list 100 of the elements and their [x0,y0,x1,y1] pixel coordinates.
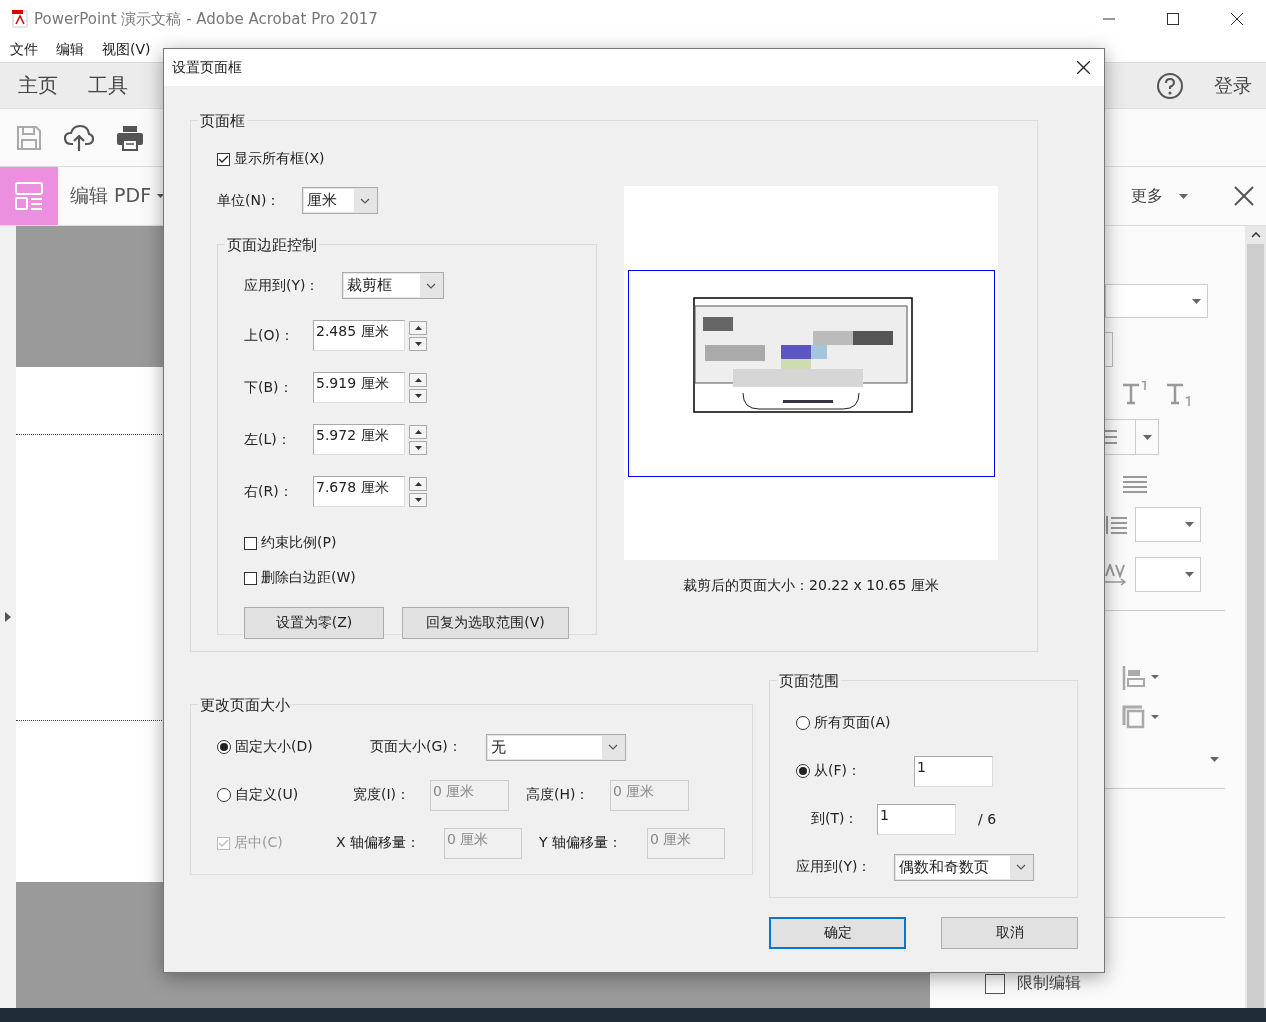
text-field: 0 厘米 [610,779,689,811]
text-field[interactable]: 7.678 厘米 [313,476,405,507]
text-field[interactable]: 5.972 厘米 [313,424,405,455]
close-icon [1234,186,1254,206]
dropdown[interactable]: 裁剪框 [342,272,444,299]
page-total: / 6 [978,811,997,827]
spin-down-button[interactable] [409,440,427,455]
close-icon [1231,13,1243,25]
caret-icon [360,197,370,204]
pdf-file-icon [12,10,28,28]
printer-icon[interactable] [116,124,144,151]
group-title: 页面框 [198,111,247,131]
field-label: 单位(N)： [217,191,282,210]
caret-icon [1185,522,1194,527]
button[interactable]: 回复为选取范围(V) [402,607,569,639]
button[interactable]: 确定 [769,917,906,949]
more-button[interactable]: 更多 [1131,185,1188,207]
radio-label: 从(F)： [814,762,861,780]
caret-icon [1192,298,1201,304]
expand-arrow-icon[interactable] [5,612,11,622]
group-title: 页面范围 [777,671,841,691]
subscript-icon[interactable] [1166,381,1192,407]
checkbox[interactable] [244,536,257,550]
login-link[interactable]: 登录 [1214,72,1252,99]
caret-icon[interactable] [1210,757,1219,762]
menu-item[interactable]: 视图(V) [102,41,151,59]
checkbox[interactable] [244,571,257,585]
dialog-title: 设置页面框 [172,58,243,77]
text-field[interactable]: 5.919 厘米 [313,372,405,403]
checkbox[interactable] [985,973,1005,994]
help-icon[interactable] [1156,71,1184,100]
scrollbar-thumb[interactable] [1247,244,1264,1008]
spin-down-button[interactable] [409,388,427,403]
text-field[interactable]: 1 [914,755,993,787]
close-button[interactable] [1077,61,1090,74]
up-triangle-icon [414,325,422,330]
dropdown[interactable]: 偶数和奇数页 [894,853,1034,881]
tool-title: 编辑 PDF [70,183,152,208]
down-triangle-icon [414,445,422,450]
field-label: 应用到(Y)： [796,858,873,876]
text-field: 0 厘米 [647,827,725,859]
field-label: 页面大小(G)： [370,738,463,756]
up-triangle-icon [414,481,422,486]
justify-icon[interactable] [1123,475,1147,493]
nav-tab[interactable]: 主页 [18,72,58,99]
menu-item[interactable]: 编辑 [56,41,84,59]
spin-up-button[interactable] [409,320,427,335]
radio-label: 自定义(U) [235,786,299,804]
window-title: PowerPoint 演示文稿 - Adobe Acrobat Pro 2017 [34,9,379,29]
caret-icon [1016,864,1026,870]
caret-icon [1142,434,1152,440]
dropdown[interactable]: 无 [486,733,626,761]
superscript-icon[interactable] [1122,381,1148,405]
maximize-icon [1167,13,1179,25]
text-field[interactable]: 1 [877,803,956,835]
button[interactable]: 设置为零(Z) [244,607,384,639]
cloud-upload-icon[interactable] [64,123,94,152]
field-label: 宽度(I)： [353,786,412,804]
field-label: 到(T)： [811,810,860,828]
up-triangle-icon [414,377,422,382]
line-spacing-icon [1105,515,1127,534]
close-button[interactable] [1234,186,1254,206]
caret-icon [1185,572,1194,577]
nav-tab[interactable]: 工具 [88,72,128,99]
button[interactable]: 取消 [941,917,1078,949]
field-label: 高度(H)： [526,786,591,804]
radio-button[interactable] [796,716,810,730]
checkbox-label: 居中(C) [234,834,283,852]
spin-down-button[interactable] [409,492,427,507]
spin-down-button[interactable] [409,336,427,351]
checkmark-icon [218,154,229,164]
radio-button[interactable] [796,764,810,778]
chevron-up-icon [1250,232,1261,238]
text-field: 0 厘米 [444,827,522,859]
spin-up-button[interactable] [409,424,427,439]
text-field: 0 厘米 [430,779,509,811]
field-label: 右(R)： [244,482,294,501]
radio-button[interactable] [217,788,231,802]
radio-label: 所有页面(A) [814,714,891,732]
checkbox-label: 约束比例(P) [261,534,337,552]
radio-button[interactable] [217,740,231,754]
group-title: 更改页面大小 [198,695,292,715]
caret-icon [608,744,618,750]
group-title: 页面边距控制 [225,235,319,255]
down-triangle-icon [414,393,422,398]
menu-item[interactable]: 文件 [10,41,38,59]
caret-icon [1179,193,1188,199]
checkbox[interactable] [217,152,230,166]
dropdown[interactable]: 厘米 [302,187,378,214]
field-label: 上(O)： [244,326,295,345]
list-dropdown[interactable] [1136,419,1159,455]
close-icon [1077,61,1090,74]
field-label: 应用到(Y)： [244,276,321,295]
spin-up-button[interactable] [409,372,427,387]
spin-up-button[interactable] [409,476,427,491]
field-label: X 轴偏移量： [336,834,422,852]
field-label: 左(L)： [244,430,292,449]
checkbox-label: 显示所有框(X) [234,150,325,168]
text-field[interactable]: 2.485 厘米 [313,320,405,351]
layout-icon [15,182,43,210]
